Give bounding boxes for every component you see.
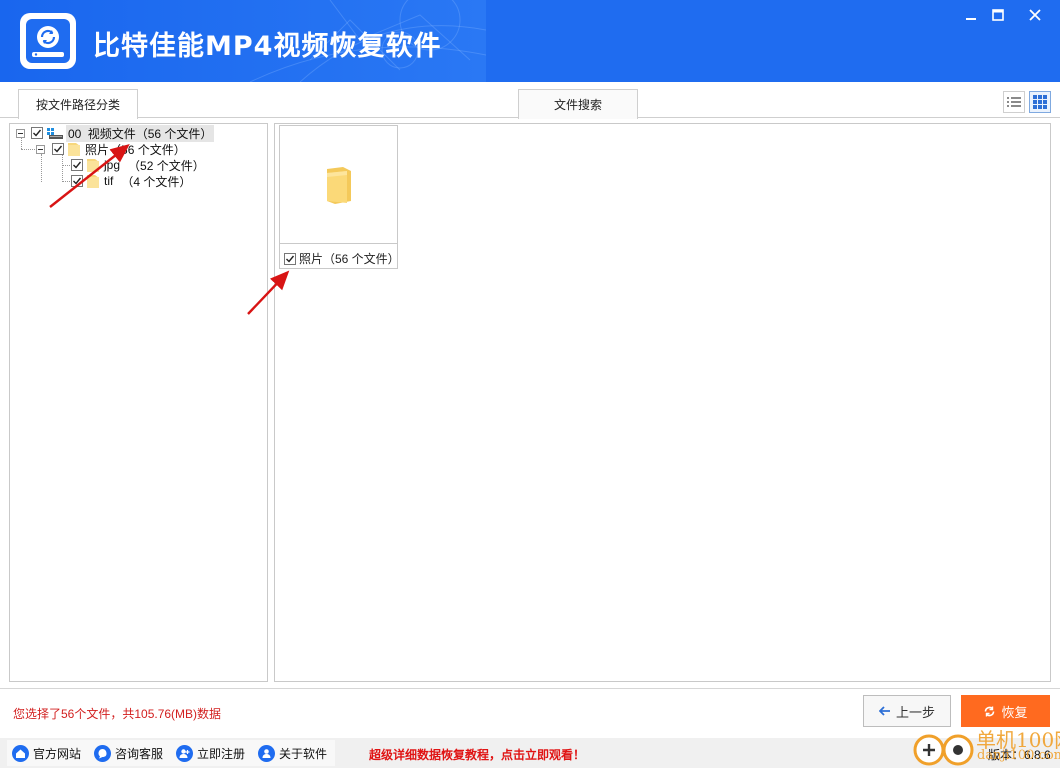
grid-view-button[interactable] [1029, 91, 1051, 113]
item-checkbox[interactable] [284, 253, 296, 265]
footer-links: 官方网站 咨询客服 立即注册 关于软件 [7, 740, 335, 766]
folder-caption[interactable]: 照片（56 个文件） [284, 250, 400, 267]
root-count: （56 个文件） [136, 127, 213, 141]
app-title: 比特佳能MP4视频恢复软件 [93, 24, 441, 63]
large-folder-icon [325, 165, 353, 205]
support-link[interactable]: 咨询客服 [89, 740, 171, 766]
support-icon [94, 745, 111, 762]
tutorial-promo-link[interactable]: 超级详细数据恢复教程，点击立即观看！ [369, 746, 585, 763]
jpg-name: jpg [104, 158, 120, 172]
tif-count: （4 个文件） [121, 173, 191, 190]
tree-node-folder[interactable]: 照片（56 个文件） [36, 141, 186, 157]
tree-connector [21, 149, 37, 150]
tree-node-jpg[interactable]: jpg （52 个文件） [71, 157, 205, 173]
tree-node-tif[interactable]: tif （4 个文件） [71, 173, 191, 189]
close-button[interactable] [1024, 4, 1046, 26]
recover-label: 恢复 [1001, 702, 1027, 721]
tree-checkbox[interactable] [71, 159, 83, 171]
arrow-left-icon [879, 706, 891, 716]
tree-checkbox[interactable] [71, 175, 83, 187]
jpg-count: （52 个文件） [128, 157, 205, 174]
checkmark-icon [72, 160, 82, 170]
app-logo [20, 13, 76, 69]
previous-step-button[interactable]: 上一步 [863, 695, 951, 727]
about-icon [258, 745, 275, 762]
footer-link-label: 咨询客服 [115, 745, 163, 762]
tree-checkbox[interactable] [31, 127, 43, 139]
footer-bar: 官方网站 咨询客服 立即注册 关于软件 超级详细数据恢复教程，点击立即观看！ 版… [0, 738, 1060, 768]
folder-count: （56 个文件） [109, 141, 186, 158]
footer-link-label: 立即注册 [197, 745, 245, 762]
tree-connector [62, 154, 63, 182]
about-link[interactable]: 关于软件 [253, 740, 335, 766]
tab-label: 按文件路径分类 [36, 96, 120, 113]
close-icon [1028, 8, 1042, 22]
checkmark-icon [285, 254, 295, 264]
app-header: 比特佳能MP4视频恢复软件 [0, 0, 1060, 82]
folder-icon [67, 141, 81, 157]
minimize-button[interactable] [960, 4, 982, 26]
separator [0, 688, 1060, 689]
list-view-button[interactable] [1003, 91, 1025, 113]
root-name: 视频文件 [88, 127, 136, 141]
checkmark-icon [72, 176, 82, 186]
maximize-icon [991, 8, 1005, 22]
prev-label: 上一步 [896, 702, 935, 721]
minimize-icon [964, 8, 978, 22]
tab-bar: 按文件路径分类 文件搜索 [0, 82, 1060, 118]
folder-name: 照片 [85, 141, 109, 158]
folder-icon [86, 173, 100, 189]
drive-icon [46, 127, 64, 140]
list-view-icon [1007, 96, 1021, 108]
folder-caption-label: 照片（56 个文件） [299, 250, 400, 267]
checkmark-icon [32, 128, 42, 138]
tree-checkbox[interactable] [52, 143, 64, 155]
tree-connector [41, 154, 42, 182]
folder-icon [86, 157, 100, 173]
folder-thumbnail[interactable] [280, 126, 397, 244]
tree-node-root[interactable]: 00 视频文件（56 个文件） [16, 125, 214, 141]
collapse-icon[interactable] [36, 145, 45, 154]
grid-view-icon [1033, 95, 1047, 109]
official-site-link[interactable]: 官方网站 [7, 740, 89, 766]
watermark-url: danji100.com [977, 748, 1060, 763]
checkmark-icon [53, 144, 63, 154]
grid-item-folder[interactable]: 照片（56 个文件） [279, 125, 398, 269]
register-icon [176, 745, 193, 762]
refresh-icon [983, 705, 996, 718]
root-prefix: 00 [68, 127, 81, 141]
tab-path-category[interactable]: 按文件路径分类 [18, 89, 138, 119]
tif-name: tif [104, 174, 113, 188]
footer-link-label: 官方网站 [33, 745, 81, 762]
footer-link-label: 关于软件 [279, 745, 327, 762]
root-label: 00 视频文件（56 个文件） [66, 125, 214, 142]
register-link[interactable]: 立即注册 [171, 740, 253, 766]
folder-tree-panel [9, 123, 268, 682]
selection-info: 您选择了56个文件，共105.76(MB)数据 [13, 705, 221, 722]
tab-label: 文件搜索 [554, 96, 602, 113]
maximize-button[interactable] [987, 4, 1009, 26]
recover-button[interactable]: 恢复 [961, 695, 1050, 727]
tab-file-search[interactable]: 文件搜索 [518, 89, 638, 119]
home-icon [12, 745, 29, 762]
collapse-icon[interactable] [16, 129, 25, 138]
